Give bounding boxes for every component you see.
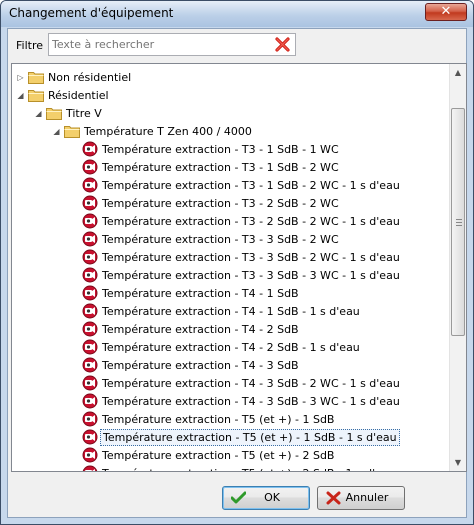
extraction-unit-icon: [82, 357, 98, 373]
scroll-down-button[interactable]: ▼: [450, 454, 466, 471]
extraction-unit-icon: [82, 195, 98, 211]
scroll-up-button[interactable]: ▲: [450, 64, 466, 81]
tree-node-label: Température extraction - T5 (et +) - 2 S…: [102, 449, 335, 462]
tree-item-node[interactable]: Température extraction - T5 (et +) - 2 S…: [12, 465, 450, 471]
tree-node-label: Température T Zen 400 / 4000: [84, 125, 252, 138]
tree-node-label: Température extraction - T3 - 1 SdB - 1 …: [102, 143, 339, 156]
extraction-unit-icon: [82, 321, 98, 337]
tree-folder-node[interactable]: ◢ Résidentiel: [12, 87, 450, 104]
close-icon: ✕: [440, 4, 452, 19]
collapse-arrow-icon[interactable]: ◢: [52, 127, 61, 136]
scroll-up-icon: ▲: [454, 68, 462, 77]
tree-item-node[interactable]: Température extraction - T4 - 2 SdB: [12, 321, 450, 338]
tree-node-label: Température extraction - T3 - 3 SdB - 3 …: [102, 269, 400, 282]
window-title: Changement d'équipement: [9, 6, 174, 20]
ok-label: OK: [264, 491, 280, 504]
extraction-unit-icon: [82, 213, 98, 229]
tree-folder-node[interactable]: ▷ Non résidentiel: [12, 69, 450, 86]
ok-button[interactable]: OK: [222, 486, 310, 510]
tree-node-label: Titre V: [66, 107, 102, 120]
tree-node-label: Température extraction - T4 - 2 SdB - 1 …: [102, 341, 360, 354]
tree-item-node[interactable]: Température extraction - T4 - 1 SdB - 1 …: [12, 303, 450, 320]
dialog-body: Filtre ▷ Non résidentiel ◢ Résidentiel ◢ Titr…: [7, 28, 467, 518]
tree-item-node[interactable]: Température extraction - T5 (et +) - 1 S…: [12, 429, 450, 446]
tree-node-label: Température extraction - T5 (et +) - 1 S…: [100, 429, 400, 446]
dialog-window: Changement d'équipement ✕ Filtre ▷ Non ré…: [0, 0, 474, 525]
extraction-unit-icon: [82, 177, 98, 193]
tree-node-label: Température extraction - T5 (et +) - 2 S…: [100, 465, 398, 471]
tree-node-label: Température extraction - T4 - 2 SdB: [102, 323, 299, 336]
extraction-unit-icon: [82, 465, 98, 471]
tree-item-node[interactable]: Température extraction - T3 - 2 SdB - 2 …: [12, 213, 450, 230]
tree-item-node[interactable]: Température extraction - T3 - 3 SdB - 3 …: [12, 267, 450, 284]
extraction-unit-icon: [82, 285, 98, 301]
tree-folder-node[interactable]: ◢ Titre V: [12, 105, 450, 122]
tree-node-label: Température extraction - T3 - 2 SdB - 2 …: [102, 197, 339, 210]
tree-item-node[interactable]: Température extraction - T3 - 3 SdB - 2 …: [12, 231, 450, 248]
folder-icon: [28, 72, 44, 84]
tree-item-node[interactable]: Température extraction - T4 - 3 SdB: [12, 357, 450, 374]
extraction-unit-icon: [82, 249, 98, 265]
scroll-thumb[interactable]: [451, 108, 465, 336]
scroll-grip-icon: [456, 219, 462, 226]
cancel-button[interactable]: Annuler: [317, 486, 405, 510]
tree-item-node[interactable]: Température extraction - T5 (et +) - 1 S…: [12, 411, 450, 428]
extraction-unit-icon: [82, 429, 98, 445]
clear-x-icon[interactable]: [274, 36, 291, 53]
tree-folder-node[interactable]: ◢ Température T Zen 400 / 4000: [12, 123, 450, 140]
extraction-unit-icon: [82, 159, 98, 175]
tree-node-label: Non résidentiel: [48, 71, 132, 84]
tree-item-node[interactable]: Température extraction - T5 (et +) - 2 S…: [12, 447, 450, 464]
tree-node-label: Température extraction - T3 - 2 SdB - 2 …: [102, 215, 400, 228]
tree-item-node[interactable]: Température extraction - T4 - 1 SdB: [12, 285, 450, 302]
tree-node-label: Température extraction - T4 - 3 SdB: [102, 359, 299, 372]
close-button[interactable]: ✕: [425, 3, 467, 21]
tree-item-node[interactable]: Température extraction - T4 - 3 SdB - 2 …: [12, 375, 450, 392]
equipment-tree[interactable]: ▷ Non résidentiel ◢ Résidentiel ◢ Titre V ◢ Tem…: [11, 63, 467, 472]
extraction-unit-icon: [82, 231, 98, 247]
tree-item-node[interactable]: Température extraction - T4 - 3 SdB - 3 …: [12, 393, 450, 410]
filter-input[interactable]: [52, 37, 268, 52]
extraction-unit-icon: [82, 339, 98, 355]
extraction-unit-icon: [82, 375, 98, 391]
tree-node-label: Température extraction - T4 - 3 SdB - 3 …: [102, 395, 400, 408]
tree-item-node[interactable]: Température extraction - T4 - 2 SdB - 1 …: [12, 339, 450, 356]
collapse-arrow-icon[interactable]: ◢: [16, 91, 25, 100]
extraction-unit-icon: [82, 447, 98, 463]
cancel-label: Annuler: [345, 491, 389, 504]
tree-item-node[interactable]: Température extraction - T3 - 1 SdB - 1 …: [12, 141, 450, 158]
extraction-unit-icon: [82, 141, 98, 157]
extraction-unit-icon: [82, 393, 98, 409]
tree-node-label: Température extraction - T3 - 3 SdB - 2 …: [102, 233, 339, 246]
tree-item-node[interactable]: Température extraction - T3 - 3 SdB - 2 …: [12, 249, 450, 266]
filter-field[interactable]: [48, 33, 296, 56]
vertical-scrollbar[interactable]: ▲ ▼: [449, 64, 466, 471]
title-bar[interactable]: Changement d'équipement ✕: [1, 1, 473, 27]
collapse-arrow-icon[interactable]: ◢: [34, 109, 43, 118]
tree-node-label: Température extraction - T5 (et +) - 1 S…: [102, 413, 335, 426]
extraction-unit-icon: [82, 303, 98, 319]
tree-item-node[interactable]: Température extraction - T3 - 1 SdB - 2 …: [12, 159, 450, 176]
tree-node-label: Température extraction - T4 - 1 SdB: [102, 287, 299, 300]
extraction-unit-icon: [82, 411, 98, 427]
tree-item-node[interactable]: Température extraction - T3 - 2 SdB - 2 …: [12, 195, 450, 212]
folder-icon: [64, 126, 80, 138]
tree-node-label: Résidentiel: [48, 89, 109, 102]
scroll-down-icon: ▼: [454, 458, 462, 467]
folder-icon: [28, 90, 44, 102]
tree-node-label: Température extraction - T4 - 3 SdB - 2 …: [102, 377, 400, 390]
filter-label: Filtre: [16, 39, 44, 52]
tree-node-label: Température extraction - T3 - 3 SdB - 2 …: [102, 251, 400, 264]
folder-icon: [46, 108, 62, 120]
tree-node-label: Température extraction - T3 - 1 SdB - 2 …: [102, 161, 339, 174]
tree-node-label: Température extraction - T4 - 1 SdB - 1 …: [102, 305, 360, 318]
expand-arrow-icon[interactable]: ▷: [16, 73, 25, 82]
tree-item-node[interactable]: Température extraction - T3 - 1 SdB - 2 …: [12, 177, 450, 194]
extraction-unit-icon: [82, 267, 98, 283]
tree-node-label: Température extraction - T3 - 1 SdB - 2 …: [102, 179, 400, 192]
